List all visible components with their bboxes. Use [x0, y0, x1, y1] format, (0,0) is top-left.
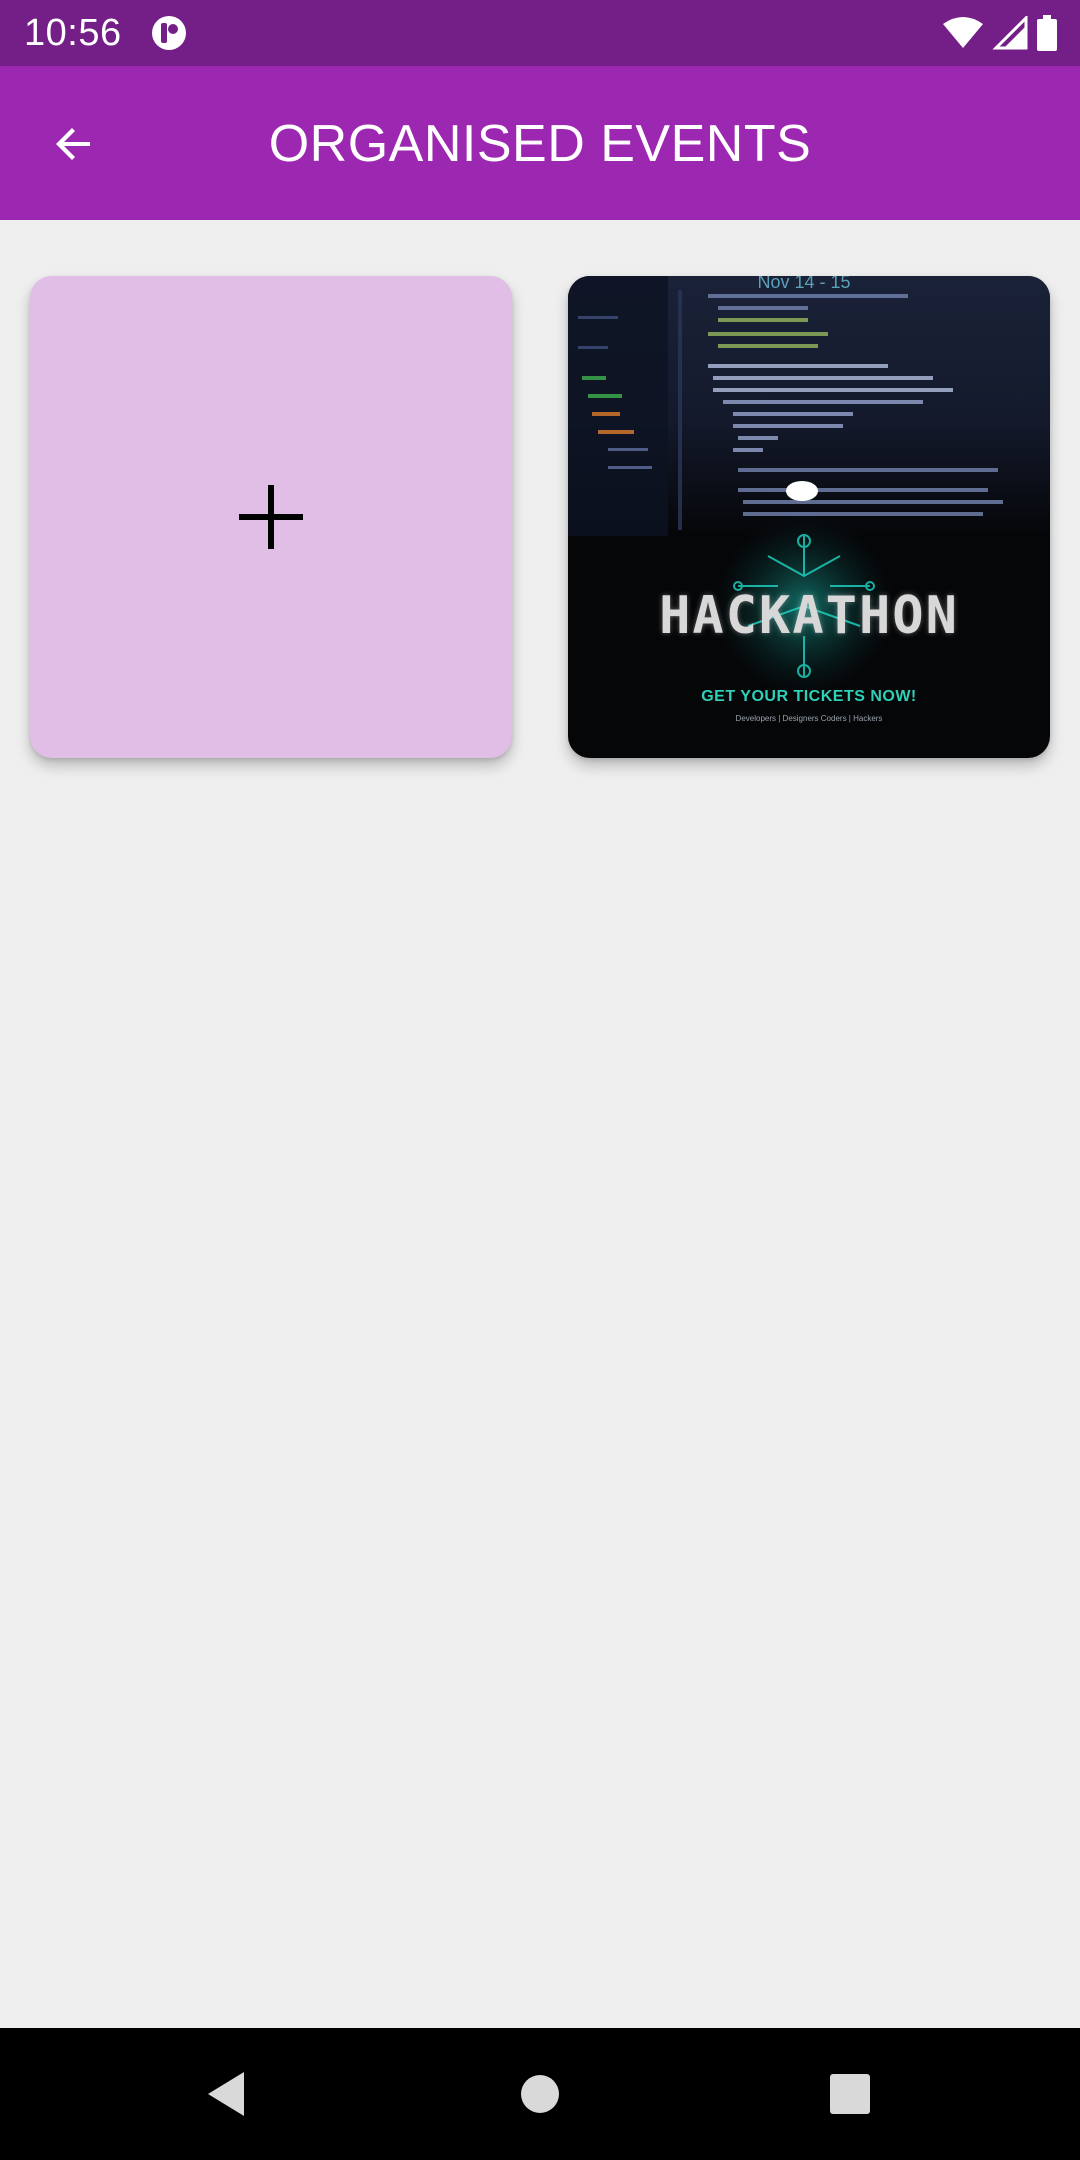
back-nav-icon — [208, 2072, 244, 2116]
event-poster-image: Nov 14 - 15 — [568, 276, 1050, 696]
signal-icon — [992, 16, 1028, 50]
battery-icon — [1037, 15, 1057, 51]
event-card[interactable]: Nov 14 - 15 HACKATHON GET YOUR TICKETS N… — [568, 276, 1050, 758]
status-bar: 10:56 — [0, 0, 1080, 66]
nav-home-button[interactable] — [504, 2058, 576, 2130]
recents-nav-icon — [830, 2074, 870, 2114]
system-nav-bar — [0, 2028, 1080, 2160]
status-time: 10:56 — [24, 12, 122, 54]
nav-recents-button[interactable] — [814, 2058, 886, 2130]
app-notification-icon — [152, 16, 186, 50]
poster-date: Nov 14 - 15 — [757, 276, 850, 292]
status-icons — [942, 14, 1058, 52]
poster-audience: Developers | Designers Coders | Hackers — [735, 714, 883, 723]
nav-back-button[interactable] — [190, 2058, 262, 2130]
home-nav-icon — [521, 2075, 559, 2113]
organised-events-screen: 10:56 ORGANISED EVENTS Nov 14 - 15 HACKA… — [0, 0, 1080, 2160]
poster-title: HACKATHON — [659, 586, 959, 646]
wifi-icon — [943, 17, 983, 48]
add-event-card[interactable] — [30, 276, 512, 758]
poster-cta: GET YOUR TICKETS NOW! — [701, 688, 917, 705]
page-title: ORGANISED EVENTS — [268, 115, 812, 173]
plus-icon — [239, 485, 303, 549]
app-bar: ORGANISED EVENTS — [0, 66, 1080, 220]
